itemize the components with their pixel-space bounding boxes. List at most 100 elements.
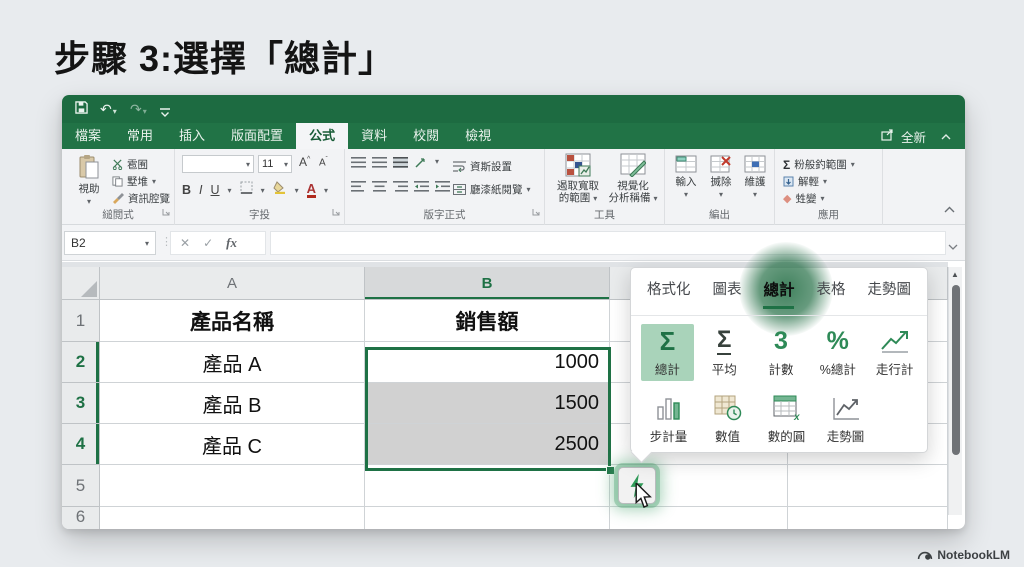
share-button[interactable]: 全新 (881, 123, 951, 149)
copy-button[interactable]: 墅堆 ▾ (112, 173, 170, 190)
font-color-button[interactable]: A (306, 182, 316, 198)
align-left-icon[interactable] (351, 181, 366, 192)
scroll-up-icon[interactable]: ▲ (951, 270, 959, 279)
tab-data[interactable]: 資料 (348, 123, 400, 149)
tools-range-button[interactable]: 遏取寬取 的範圍 ▾ (553, 153, 603, 205)
popup-tab-totals[interactable]: 總計 (763, 278, 795, 309)
popup-item-values[interactable]: 數值 (700, 391, 755, 445)
tab-file[interactable]: 檔案 (62, 123, 114, 149)
cell-B2[interactable]: 1000 (365, 342, 610, 383)
popup-item-average[interactable]: Σ 平均 (698, 324, 751, 381)
popup-item-count[interactable]: 3 計數 (755, 324, 808, 381)
redo-button[interactable]: ↷▾ (130, 101, 147, 120)
cell-B3[interactable]: 1500 (365, 383, 610, 424)
align-top-icon[interactable] (351, 157, 366, 168)
formula-input[interactable] (270, 231, 946, 255)
cell-B4[interactable]: 2500 (365, 424, 610, 465)
cancel-entry-icon[interactable]: ✕ (180, 236, 190, 250)
merge-center-button[interactable]: 廳漆紙閱覽 ▾ (453, 181, 531, 198)
decrease-indent-icon[interactable] (414, 181, 429, 192)
cell-A6[interactable] (100, 507, 365, 529)
borders-button[interactable] (240, 181, 253, 199)
popup-item-percent-total[interactable]: % %總計 (811, 324, 864, 381)
clipboard-icon (79, 155, 99, 179)
fill-button[interactable]: 解輕 ▾ (783, 173, 855, 190)
row-header-2[interactable]: 2 (62, 342, 100, 383)
row-header-1[interactable]: 1 (62, 300, 100, 342)
popup-item-sparkline[interactable]: 走勢圖 (818, 391, 873, 445)
cell-A5[interactable] (100, 465, 365, 507)
fill-color-button[interactable] (272, 181, 287, 199)
save-icon[interactable] (75, 101, 88, 117)
page-title: 步驟 3:選擇「總計」 (54, 38, 396, 79)
font-size-combo[interactable]: 11 ▾ (258, 155, 292, 173)
collapse-chevron-icon[interactable] (941, 129, 951, 143)
popup-item-sum[interactable]: Σ 總計 (641, 324, 694, 381)
popup-item-count-table[interactable]: x 數的圓 (759, 391, 814, 445)
increase-indent-icon[interactable] (435, 181, 450, 192)
popup-item-running-total[interactable]: 走行計 (868, 324, 921, 381)
popup-tab-tables[interactable]: 表格 (816, 278, 845, 309)
popup-tab-sparklines[interactable]: 走勢圖 (867, 278, 911, 309)
cell-B1[interactable]: 銷售額 (365, 300, 610, 342)
align-bottom-icon[interactable] (393, 157, 408, 168)
grow-font-button[interactable]: A^ (299, 155, 310, 169)
tab-review[interactable]: 校閱 (400, 123, 452, 149)
mouse-cursor (634, 481, 654, 514)
undo-button[interactable]: ↶▾ (100, 101, 117, 120)
cell-B5[interactable] (365, 465, 610, 507)
tools-analyze-button[interactable]: 視覺化 分析稱備 ▾ (607, 153, 659, 205)
delete-cells-button[interactable]: 搣除 ▾ (705, 155, 737, 201)
tab-home[interactable]: 常用 (114, 123, 166, 149)
format-cells-button[interactable]: 維護 ▾ (739, 155, 771, 201)
row-header-5[interactable]: 5 (62, 465, 100, 507)
expand-formula-bar-icon[interactable] (948, 237, 958, 255)
clear-button[interactable]: ◆ 甡變 ▾ (783, 190, 855, 207)
row-header-6[interactable]: 6 (62, 507, 100, 529)
paste-button[interactable]: 視助 ▾ (70, 154, 108, 208)
cell-A1[interactable]: 產品名稱 (100, 300, 365, 342)
popup-item-step-count[interactable]: 步計量 (641, 391, 696, 445)
popup-tab-formatting[interactable]: 格式化 (647, 278, 691, 309)
dialog-launcher-icon[interactable] (162, 203, 170, 221)
font-name-combo[interactable]: ▾ (182, 155, 254, 173)
cut-button[interactable]: 雹囿 (112, 156, 170, 173)
tab-view[interactable]: 檢視 (452, 123, 504, 149)
wrap-text-button[interactable]: 資斯設置 (453, 158, 512, 175)
tab-page-layout[interactable]: 版面配置 (218, 123, 296, 149)
scrollbar-thumb[interactable] (952, 285, 960, 455)
cell-B6[interactable] (365, 507, 610, 529)
align-center-icon[interactable] (372, 181, 387, 192)
bold-button[interactable]: B (182, 183, 191, 197)
insert-function-icon[interactable]: fx (226, 235, 237, 251)
select-all-corner[interactable] (62, 267, 100, 300)
tab-insert[interactable]: 插入 (166, 123, 218, 149)
insert-cells-button[interactable]: 輸入 ▾ (670, 155, 702, 201)
dialog-launcher-icon[interactable] (332, 203, 340, 221)
autosum-button[interactable]: Σ 粉般釣範圍 ▾ (783, 156, 855, 173)
col-header-b[interactable]: B (365, 267, 610, 300)
cell-D6[interactable] (788, 507, 948, 529)
cell-A3[interactable]: 產品 B (100, 383, 365, 424)
italic-button[interactable]: I (199, 183, 202, 197)
fill-handle[interactable] (606, 466, 615, 475)
collapse-ribbon-chevron-icon[interactable] (944, 200, 955, 218)
cell-A2[interactable]: 產品 A (100, 342, 365, 383)
vertical-scrollbar[interactable]: ▲ (948, 267, 962, 515)
row-header-4[interactable]: 4 (62, 424, 100, 465)
dialog-launcher-icon[interactable] (532, 203, 540, 221)
cell-D5[interactable] (788, 465, 948, 507)
align-right-icon[interactable] (393, 181, 408, 192)
row-header-3[interactable]: 3 (62, 383, 100, 424)
orientation-icon[interactable] (414, 157, 429, 169)
popup-tab-charts[interactable]: 圖表 (712, 278, 741, 309)
name-box[interactable]: B2 ▾ (64, 231, 156, 255)
shrink-font-button[interactable]: Aˇ (319, 157, 328, 168)
col-header-a[interactable]: A (100, 267, 365, 300)
tab-formulas[interactable]: 公式 (296, 123, 349, 149)
underline-button[interactable]: U (211, 183, 220, 197)
cell-A4[interactable]: 產品 C (100, 424, 365, 465)
customize-qat-icon[interactable] (160, 104, 170, 120)
align-middle-icon[interactable] (372, 157, 387, 168)
confirm-entry-icon[interactable]: ✓ (203, 236, 213, 250)
